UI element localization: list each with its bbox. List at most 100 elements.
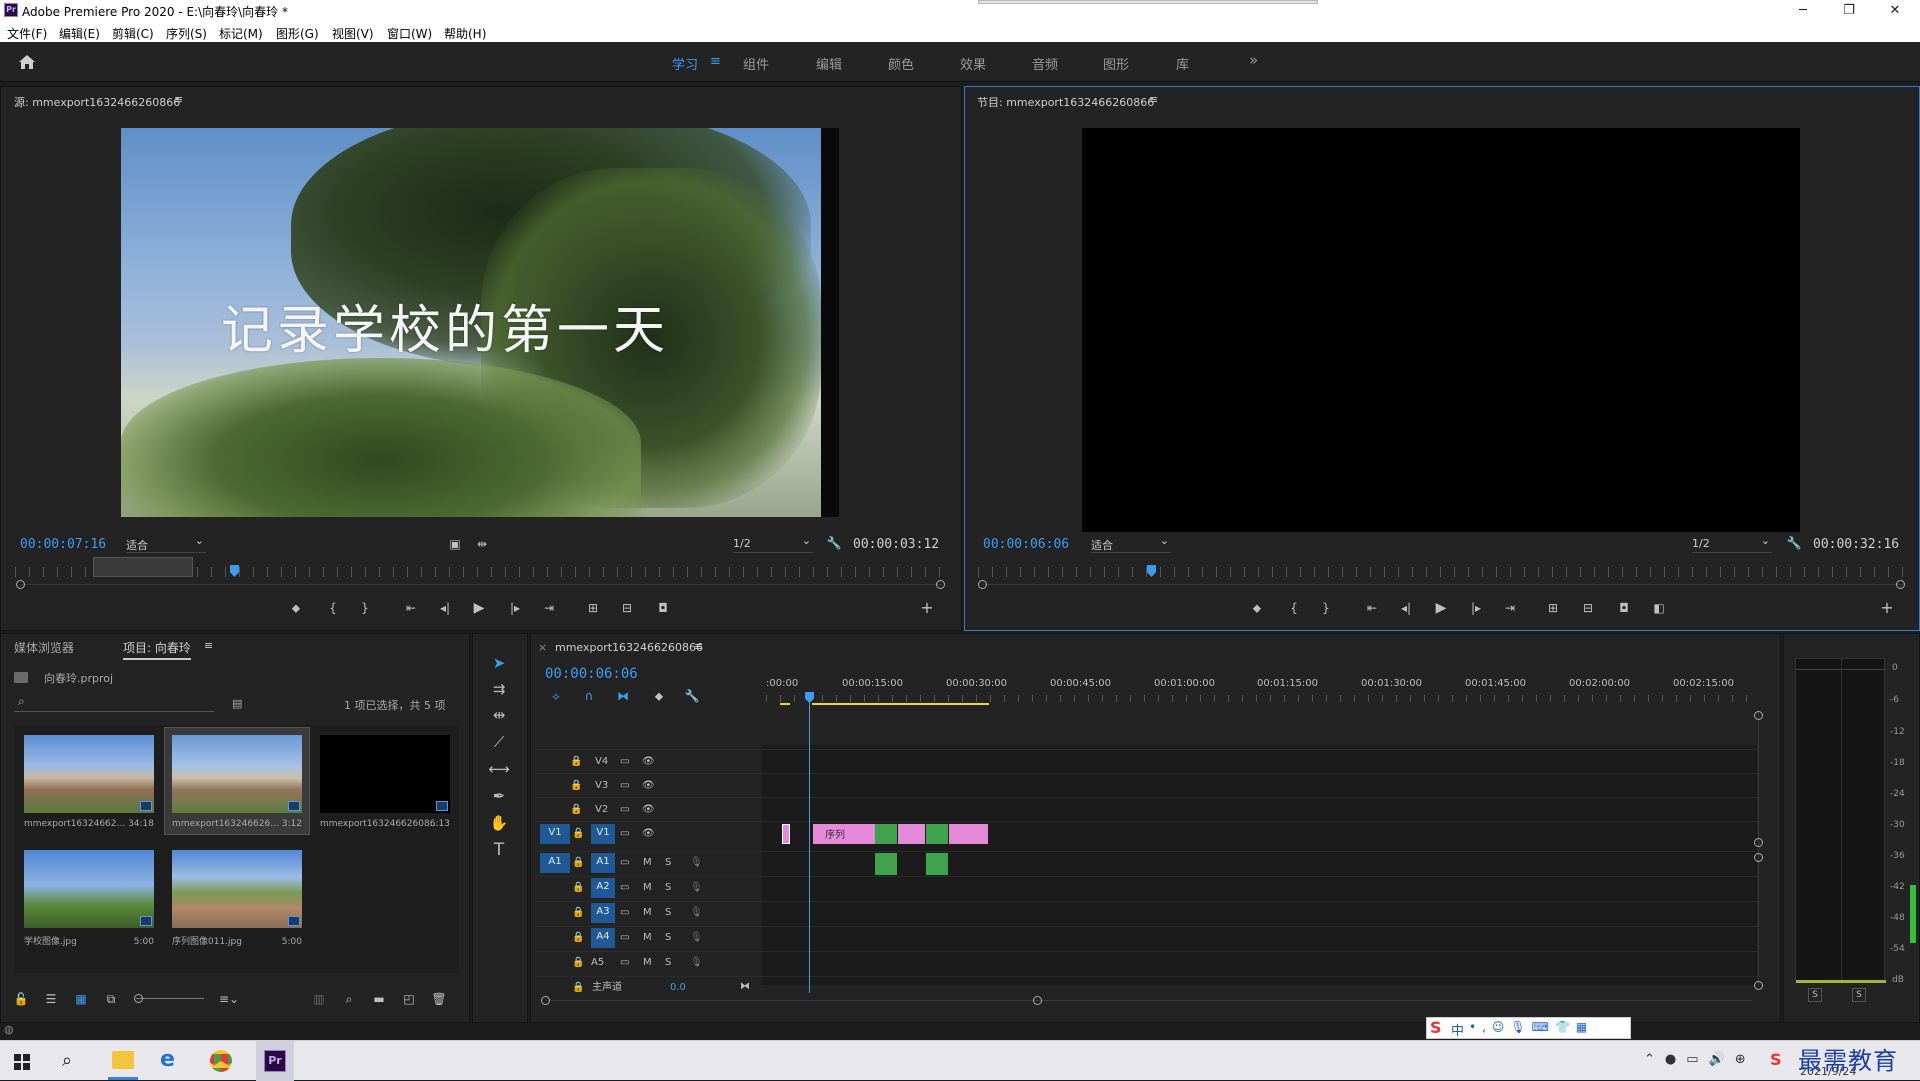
project-item-4[interactable]: 学校图像.jpg 5:00 [24,850,154,947]
mark-out-icon[interactable]: } [354,600,376,616]
zoom-handle-left[interactable] [978,580,987,589]
ime-mode-label[interactable]: 中 [1451,1020,1464,1039]
zoom-handle[interactable] [541,996,550,1005]
project-search-input[interactable]: ⌕ [14,694,214,712]
workspace-tab-graphics[interactable]: 图形 [1103,54,1129,73]
home-icon[interactable] [18,54,36,70]
premiere-taskbar-button[interactable]: Pr [256,1041,294,1081]
lock-icon[interactable]: 🔒 [572,854,584,872]
sequence-tab-title[interactable]: mmexport1632466260866 [555,641,703,654]
sync-lock-icon[interactable]: ▭ [620,854,629,872]
export-frame-icon[interactable]: ◘ [652,600,674,616]
workspace-menu-icon[interactable]: ≡ [710,54,721,69]
menu-edit[interactable]: 编辑(E) [59,25,100,42]
lift-icon[interactable]: ⊞ [1542,600,1564,616]
button-editor-plus-icon[interactable]: + [1876,600,1898,616]
lock-icon[interactable]: 🔒 [572,929,584,947]
add-marker-icon[interactable]: ⬥ [648,688,670,704]
film-toggle-icon[interactable]: ▭ [620,777,629,795]
zoom-handle-right[interactable] [936,580,945,589]
vertical-zoom-bar[interactable] [1758,710,1759,985]
microphone-icon[interactable]: 🎙 [690,929,703,947]
program-monitor-title[interactable]: 节目: mmexport1632466260866 [977,94,1154,110]
close-button[interactable]: ✕ [1872,0,1918,22]
eye-icon[interactable]: 👁 [642,825,655,843]
clip[interactable] [898,824,925,844]
zoom-handle-right[interactable] [1896,580,1905,589]
mute-button[interactable]: M [643,904,652,922]
list-view-icon[interactable]: ☰ [40,991,62,1007]
wrench-icon[interactable]: 🔧 [1783,535,1805,551]
source-monitor-title[interactable]: 源: mmexport1632466260866 [14,94,180,110]
solo-button[interactable]: S [665,929,671,947]
panel-menu-icon[interactable]: ≡ [174,93,183,106]
solo-button[interactable]: S [665,904,671,922]
step-back-icon[interactable]: ◂| [434,600,456,616]
zoom-handle[interactable] [1754,981,1763,990]
minimize-button[interactable]: ─ [1780,0,1826,22]
panel-menu-icon[interactable]: ≡ [204,639,213,652]
hand-tool-icon[interactable]: ✋ [485,810,513,836]
mark-in-icon[interactable]: { [1283,600,1305,616]
workspace-tab-audio[interactable]: 音频 [1032,54,1058,73]
zoom-handle[interactable] [1754,711,1763,720]
lock-icon[interactable]: 🔓 [10,991,32,1007]
tab-project[interactable]: 项目: 向春玲 [123,639,191,660]
step-forward-icon[interactable]: |▸ [1465,600,1487,616]
solo-button[interactable]: S [665,879,671,897]
settings-toggle-icon[interactable]: ▣ [444,536,466,552]
mute-button[interactable]: M [643,954,652,972]
workspace-tab-color[interactable]: 颜色 [888,54,914,73]
razor-tool-icon[interactable]: ⟋ [485,729,513,755]
microphone-icon[interactable]: 🎙 [690,954,703,972]
audio-clip[interactable] [875,853,897,875]
workspace-tab-editing[interactable]: 编辑 [816,54,842,73]
go-to-out-icon[interactable]: ⇥ [1499,600,1521,616]
mark-in-icon[interactable]: { [322,600,344,616]
trash-icon[interactable]: 🗑 [428,991,450,1007]
insert-icon[interactable]: ⊞ [582,600,604,616]
find-icon[interactable]: ⌕ [338,991,360,1007]
lock-icon[interactable]: 🔒 [570,777,582,795]
search-icon[interactable]: ⌕ [62,1050,72,1071]
lock-icon[interactable]: 🔒 [572,904,584,922]
panel-menu-icon[interactable]: ≡ [694,640,703,653]
workspace-tab-assembly[interactable]: 组件 [743,54,769,73]
chrome-browser-icon[interactable] [210,1050,232,1072]
play-icon[interactable]: ▶ [468,600,490,616]
clip[interactable] [949,824,988,844]
extract-icon[interactable]: ⊟ [1577,600,1599,616]
lock-icon[interactable]: 🔒 [570,753,582,771]
program-zoom-bar[interactable] [983,584,1905,585]
add-marker-icon[interactable]: ⬥ [285,600,307,616]
track-label[interactable]: A3 [591,903,615,923]
step-back-icon[interactable]: ◂| [1395,600,1417,616]
new-bin-from-search-icon[interactable]: ▤ [232,697,242,710]
icon-view-icon[interactable]: ▦ [70,991,92,1007]
program-playhead-timecode[interactable]: 00:00:06:06 [983,537,1069,552]
program-time-ruler[interactable] [978,567,1903,577]
slider-handle[interactable] [134,994,143,1003]
go-to-in-icon[interactable]: ⇤ [1361,600,1383,616]
menu-markers[interactable]: 标记(M) [219,25,263,42]
source-quality-dropdown[interactable]: 1/2 [733,534,813,553]
sync-lock-icon[interactable]: ▭ [620,904,629,922]
workspace-tab-effects[interactable]: 效果 [960,54,986,73]
clip[interactable] [782,824,790,844]
type-tool-icon[interactable]: T [485,837,513,863]
slip-tool-icon[interactable]: ⟷ [485,756,513,782]
overwrite-icon[interactable]: ⊟ [616,600,638,616]
lock-icon[interactable]: 🔒 [572,954,584,972]
clip[interactable]: 序列 [813,824,875,844]
film-toggle-icon[interactable]: ▭ [620,801,629,819]
step-forward-icon[interactable]: |▸ [504,600,526,616]
nest-toggle-icon[interactable]: ⟡ [545,688,567,704]
eye-icon[interactable]: 👁 [642,753,655,771]
film-toggle-icon[interactable]: ▭ [620,753,629,771]
panel-menu-icon[interactable]: ≡ [1149,93,1158,106]
film-toggle-icon[interactable]: ▭ [620,825,629,843]
menu-view[interactable]: 视图(V) [332,25,374,42]
master-volume-value[interactable]: 0.0 [670,979,686,997]
source-fit-dropdown[interactable]: 适合 [126,534,206,553]
ime-tool-icons[interactable]: •,☺🎙⌨👕▦ [1469,1020,1593,1034]
